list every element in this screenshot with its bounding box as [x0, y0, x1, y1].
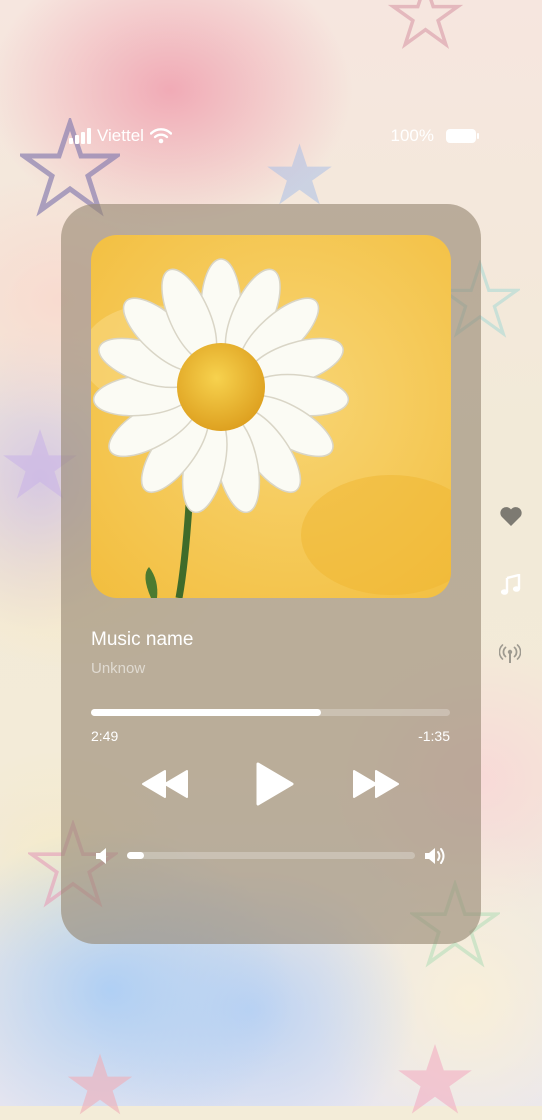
- song-title: Music name: [91, 629, 194, 650]
- volume-low-icon[interactable]: [95, 847, 109, 865]
- volume-fill: [127, 852, 145, 859]
- rewind-icon[interactable]: [141, 769, 191, 799]
- signal-icon: [69, 128, 91, 144]
- status-right: 100%: [390, 126, 479, 146]
- volume-slider[interactable]: [127, 852, 415, 859]
- play-icon[interactable]: [255, 761, 295, 807]
- remaining-time: -1:35: [418, 728, 450, 744]
- status-left: Viettel: [69, 126, 172, 146]
- carrier-name: Viettel: [97, 126, 144, 145]
- daisy-artwork: [91, 235, 451, 598]
- status-bar: Viettel 100%: [0, 124, 542, 150]
- battery-percent: 100%: [390, 126, 434, 145]
- star-decoration: [67, 1053, 133, 1115]
- star-decoration: [387, 0, 464, 49]
- fast-forward-icon[interactable]: [350, 769, 400, 799]
- elapsed-time: 2:49: [91, 728, 119, 744]
- progress-fill: [91, 709, 321, 716]
- star-decoration: [267, 143, 332, 205]
- heart-icon[interactable]: [499, 506, 523, 527]
- star-decoration: [398, 1044, 472, 1114]
- wifi-icon: [149, 128, 172, 144]
- broadcast-icon[interactable]: [499, 643, 521, 665]
- battery-icon: [446, 129, 479, 143]
- progress-bar[interactable]: [91, 709, 450, 716]
- album-art: [91, 235, 451, 598]
- music-note-icon[interactable]: [500, 574, 522, 596]
- artist-name: Unknow: [91, 660, 146, 677]
- player-card: Music name Unknow 2:49 -1:35: [61, 204, 481, 944]
- volume-high-icon[interactable]: [424, 847, 448, 865]
